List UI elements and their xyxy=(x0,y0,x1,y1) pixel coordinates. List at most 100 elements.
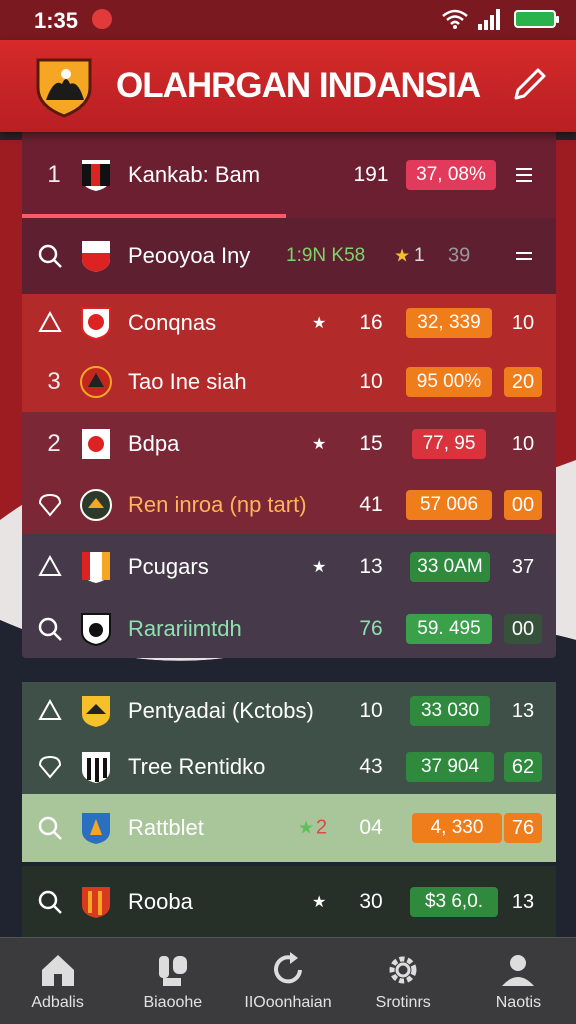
nav-item-profile[interactable]: Naotis xyxy=(461,938,576,1024)
team-name: Pentyadai (Kctobs) xyxy=(128,698,314,723)
nav-label: Adbalis xyxy=(31,994,84,1011)
star-icon: ★ xyxy=(298,817,315,838)
notification-icon xyxy=(92,9,112,29)
list-item[interactable]: Pentyadai (Kctobs) 10 33 030 13 xyxy=(22,682,556,740)
star-count: 1 xyxy=(414,245,425,266)
list-group-green: Pentyadai (Kctobs) 10 33 030 13 Tree Ren… xyxy=(22,682,556,794)
team-name: Rooba xyxy=(128,889,193,914)
list-item[interactable]: 2 Bdpa ★ 15 77, 95 10 xyxy=(22,412,556,476)
club-crest-icon xyxy=(82,696,110,727)
team-points: 16 xyxy=(359,311,383,334)
club-crest-icon xyxy=(80,489,112,521)
row-menu-icon[interactable] xyxy=(516,248,532,264)
star-icon: ★ xyxy=(312,894,327,911)
team-name: Kankab: Bam xyxy=(128,162,261,187)
percent-badge: 77, 95 xyxy=(412,429,486,459)
search-icon[interactable] xyxy=(36,615,64,643)
app-logo xyxy=(36,58,92,118)
row-menu-icon[interactable] xyxy=(516,164,532,186)
list-item-highlighted[interactable]: Rattblet ★ 2 04 4, 330 76 xyxy=(22,794,556,862)
edit-button[interactable] xyxy=(510,64,550,104)
team-last: 39 xyxy=(448,244,471,267)
team-points: 04 xyxy=(359,816,383,839)
list-item[interactable]: Pcugars ★ 13 33 0AM 37 xyxy=(22,534,556,600)
list-item[interactable]: Peooyoa Iny 1:9N K58 ★ 1 39 xyxy=(22,218,556,294)
team-last: 13 xyxy=(511,891,535,913)
list-item[interactable]: 3 Tao Ine siah 10 95 00% 20 xyxy=(22,352,556,412)
percent-badge: 59. 495 xyxy=(406,614,492,644)
star-icon: ★ xyxy=(312,436,327,453)
search-icon[interactable] xyxy=(36,888,64,916)
wifi-icon xyxy=(442,9,468,29)
percent-badge: 32, 339 xyxy=(406,308,492,338)
filter-icon[interactable] xyxy=(36,309,64,337)
team-name: Ren inroa (np tart) xyxy=(128,492,307,517)
nav-item-settings[interactable]: Srotinrs xyxy=(346,938,461,1024)
rank-number: 1 xyxy=(47,161,61,188)
team-points: 43 xyxy=(359,755,383,778)
search-icon[interactable] xyxy=(36,242,64,270)
signal-icon xyxy=(478,9,500,30)
percent-badge: 95 00% xyxy=(406,367,492,397)
list-group-red: Conqnas ★ 16 32, 339 10 3 Tao Ine siah 1… xyxy=(22,294,556,412)
team-points: 41 xyxy=(359,493,383,516)
club-crest-icon xyxy=(82,813,110,844)
list-item[interactable]: 1 Kankab: Bam 191 37, 08% xyxy=(22,132,556,218)
team-last: 00 xyxy=(504,490,542,520)
team-name: Rattblet xyxy=(128,815,204,840)
nav-label: Srotinrs xyxy=(375,994,431,1011)
team-last: 13 xyxy=(511,700,535,722)
star-icon: ★ xyxy=(394,245,411,266)
location-icon[interactable] xyxy=(36,491,64,519)
club-crest-icon xyxy=(80,366,112,398)
star-icon: ★ xyxy=(312,559,327,576)
nav-item-home[interactable]: Adbalis xyxy=(0,938,115,1024)
team-stat: 1:9N K58 xyxy=(286,245,366,266)
team-points: 15 xyxy=(359,432,383,455)
percent-badge: 33 030 xyxy=(410,696,490,726)
rank-number: 3 xyxy=(47,368,61,395)
nav-label: Biaoohe xyxy=(143,994,203,1011)
list-group-dark: Pcugars ★ 13 33 0AM 37 Rarariimtdh 76 59… xyxy=(22,534,556,658)
star-count: 2 xyxy=(316,816,328,839)
team-name: Tao Ine siah xyxy=(128,369,247,394)
profile-icon xyxy=(502,955,535,986)
team-name: Tree Rentidko xyxy=(128,754,266,779)
percent-badge: 4, 330 xyxy=(412,813,502,843)
filter-icon[interactable] xyxy=(36,553,64,581)
percent-badge: 37 904 xyxy=(406,752,494,782)
battery-icon xyxy=(514,10,559,28)
nav-item-players[interactable]: Biaoohe xyxy=(115,938,230,1024)
app-header: OLAHRGAN INDANSIA xyxy=(0,40,576,132)
search-icon[interactable] xyxy=(36,814,64,842)
club-crest-icon xyxy=(82,752,110,783)
settings-icon xyxy=(389,956,417,984)
team-points: 76 xyxy=(359,617,383,640)
list-item[interactable]: Conqnas ★ 16 32, 339 10 xyxy=(22,294,556,352)
percent-badge: $3 6,0. xyxy=(410,887,498,917)
location-icon[interactable] xyxy=(36,753,64,781)
team-points: 191 xyxy=(353,163,389,186)
list-item[interactable]: Ren inroa (np tart) 41 57 006 00 xyxy=(22,476,556,534)
club-crest-icon xyxy=(82,429,110,459)
status-time: 1:35 xyxy=(34,8,79,33)
club-crest-icon xyxy=(82,887,110,918)
bottom-navigation: Adbalis Biaoohe IIOoonhaian Srotinrs Nao… xyxy=(0,937,576,1024)
filter-icon[interactable] xyxy=(36,697,64,725)
list-item[interactable]: Tree Rentidko 43 37 904 62 xyxy=(22,740,556,794)
list-item[interactable]: Rarariimtdh 76 59. 495 00 xyxy=(22,600,556,658)
nav-item-refresh[interactable]: IIOoonhaian xyxy=(230,938,345,1024)
team-name: Peooyoa Iny xyxy=(128,243,251,268)
status-bar: 1:35 xyxy=(0,0,576,40)
list-item[interactable]: Rooba ★ 30 $3 6,0. 13 xyxy=(22,866,556,938)
percent-badge: 33 0AM xyxy=(410,552,490,582)
percent-badge: 57 006 xyxy=(406,490,492,520)
percent-badge: 37, 08% xyxy=(406,160,496,190)
club-crest-icon xyxy=(81,613,111,646)
team-last: 62 xyxy=(504,752,542,782)
team-name: Rarariimtdh xyxy=(128,616,242,641)
star-icon: ★ xyxy=(312,315,327,332)
team-last: 10 xyxy=(511,312,535,334)
club-crest-icon xyxy=(82,241,110,272)
club-crest-icon xyxy=(82,552,110,583)
